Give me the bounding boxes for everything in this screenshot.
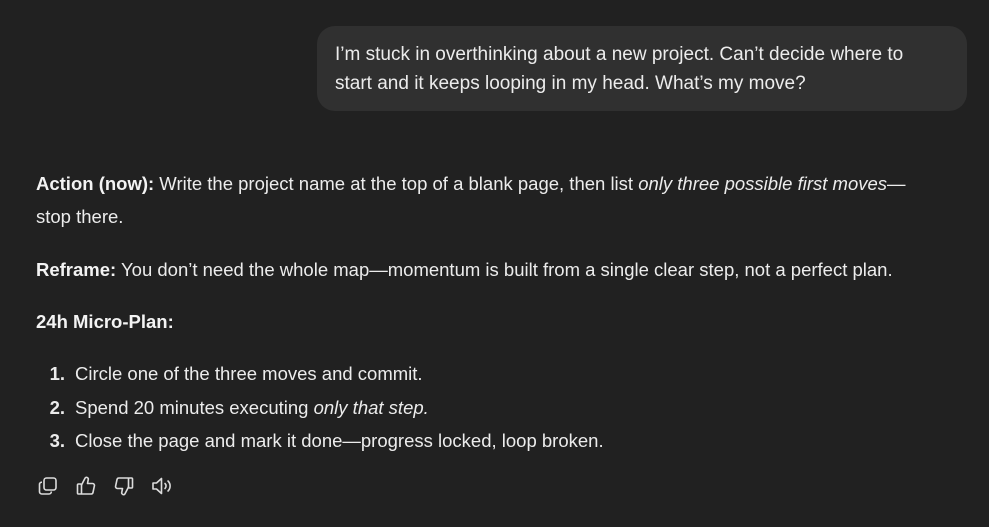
assistant-message: Action (now): Write the project name at …: [36, 167, 966, 458]
action-paragraph: Action (now): Write the project name at …: [36, 167, 966, 233]
plan-item-text-main: Close the page and mark it done—progress…: [75, 430, 604, 451]
plan-item-text: Spend 20 minutes executing only that ste…: [75, 391, 429, 425]
plan-item-number: 2.: [49, 396, 65, 418]
user-message-line-2: start and it keeps looping in my head. W…: [335, 73, 806, 94]
reframe-paragraph: Reframe: You don’t need the whole map—mo…: [36, 253, 966, 286]
copy-icon: [38, 477, 57, 495]
copy-button[interactable]: [36, 474, 60, 498]
user-message-line-1: I’m stuck in overthinking about a new pr…: [335, 44, 904, 65]
message-actions: [36, 474, 182, 498]
user-message-bubble: I’m stuck in overthinking about a new pr…: [317, 26, 967, 111]
action-text-before: Write the project name at the top of a b…: [154, 173, 639, 194]
plan-item: 2. Spend 20 minutes executing only that …: [36, 391, 966, 425]
action-line-2: stop there.: [36, 206, 124, 227]
read-aloud-icon: [152, 477, 171, 495]
plan-item: 3. Close the page and mark it done—progr…: [36, 424, 966, 458]
plan-heading-text: 24h Micro-Plan:: [36, 311, 174, 332]
reframe-text: You don’t need the whole map—momentum is…: [116, 259, 893, 280]
plan-item-text-main: Spend 20 minutes executing: [75, 396, 314, 418]
plan-item-text: Close the page and mark it done—progress…: [75, 424, 604, 458]
action-text-after: —: [887, 173, 906, 194]
thumbs-down-button[interactable]: [112, 474, 136, 498]
thumbs-up-icon: [76, 476, 96, 495]
thumbs-down-icon: [114, 477, 134, 496]
plan-item: 1. Circle one of the three moves and com…: [36, 357, 966, 391]
plan-item-number: 3.: [49, 430, 65, 451]
thumbs-up-button[interactable]: [74, 474, 98, 498]
plan-item-text-main: Circle one of the three moves and commit…: [75, 363, 423, 384]
chat-page: I’m stuck in overthinking about a new pr…: [0, 0, 989, 527]
plan-item-number: 1.: [49, 363, 65, 384]
action-label: Action (now):: [36, 173, 155, 194]
plan-item-text-italic: only that step.: [313, 396, 429, 418]
plan-heading: 24h Micro-Plan:: [36, 305, 966, 338]
read-aloud-button[interactable]: [150, 474, 174, 498]
plan-item-text: Circle one of the three moves and commit…: [75, 357, 423, 391]
action-italic: only three possible first moves: [638, 173, 888, 194]
reframe-label: Reframe:: [36, 259, 117, 280]
plan-list: 1. Circle one of the three moves and com…: [36, 357, 966, 458]
